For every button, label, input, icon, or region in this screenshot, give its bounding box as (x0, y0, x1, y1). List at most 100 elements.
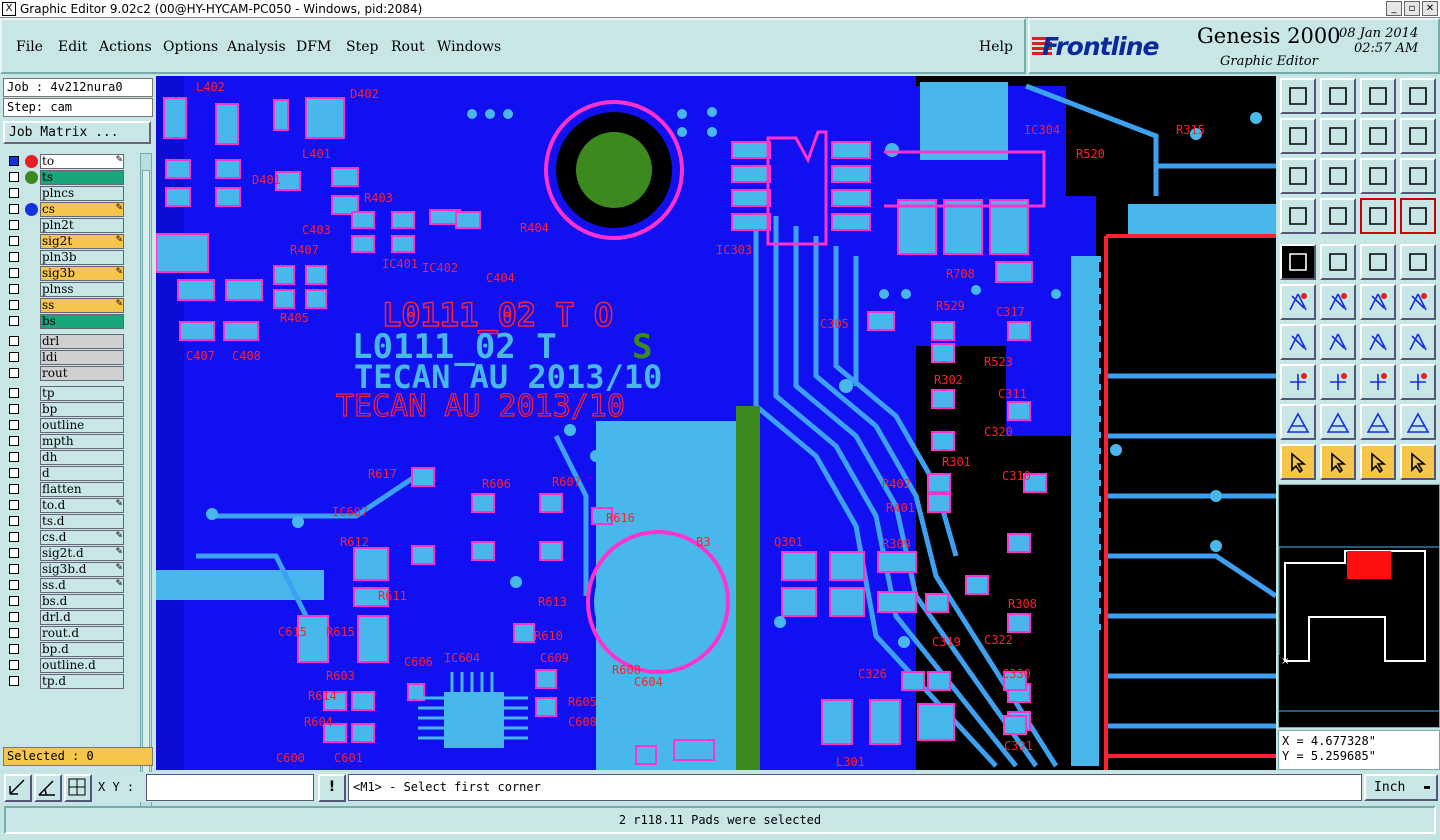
layer-row[interactable]: flatten (4, 482, 126, 497)
layer-name[interactable]: rout.d (40, 626, 124, 641)
layer-a-button[interactable] (1360, 198, 1396, 234)
snap-diagonal-button[interactable] (4, 774, 32, 802)
layer-row[interactable]: bs (4, 314, 126, 329)
layer-row[interactable]: pln3b (4, 250, 126, 265)
layer-name[interactable]: d (40, 466, 124, 481)
layer-name[interactable]: to.d (40, 498, 124, 513)
menu-actions[interactable]: Actions (99, 39, 152, 55)
line-angle-button[interactable] (1280, 324, 1316, 360)
layer-row[interactable]: plncs (4, 186, 126, 201)
line-button[interactable] (1320, 324, 1356, 360)
maximize-button[interactable]: ▫ (1404, 1, 1420, 16)
layer-name[interactable]: pln2t (40, 218, 124, 233)
text-fit-button[interactable] (1400, 324, 1436, 360)
zoom-in-button[interactable] (1320, 78, 1356, 114)
grid-button[interactable] (1320, 198, 1356, 234)
layer-row[interactable]: sig3b.d ✎ (4, 562, 126, 577)
layer-checkbox[interactable] (9, 676, 19, 686)
minimize-button[interactable]: _ (1386, 1, 1402, 16)
snap-angle-button[interactable] (34, 774, 62, 802)
info-button[interactable]: ! (318, 774, 346, 802)
layer-name[interactable]: sig2t (40, 234, 124, 249)
scrollbar-thumb[interactable] (142, 170, 150, 800)
pan-right-button[interactable] (1320, 118, 1356, 154)
layer-name[interactable]: sig3b (40, 266, 124, 281)
layer-checkbox[interactable] (9, 252, 19, 262)
job-matrix-button[interactable]: Job Matrix ... (3, 121, 151, 144)
layer-row[interactable]: to.d ✎ (4, 498, 126, 513)
layer-row[interactable]: dh (4, 450, 126, 465)
layer-name[interactable]: sig3b.d (40, 562, 124, 577)
layer-row[interactable]: tp.d (4, 674, 126, 689)
connect-button[interactable] (1280, 284, 1316, 320)
menu-edit[interactable]: Edit (58, 39, 87, 55)
menu-options[interactable]: Options (163, 39, 218, 55)
select-net-button[interactable] (1400, 444, 1436, 480)
layer-name[interactable]: ts (40, 170, 124, 185)
layer-row[interactable]: outline.d (4, 658, 126, 673)
layer-row[interactable]: rout (4, 366, 126, 381)
layer-row[interactable]: outline (4, 418, 126, 433)
polygon-c-button[interactable] (1360, 404, 1396, 440)
layer-row[interactable]: sig2t.d ✎ (4, 546, 126, 561)
layer-checkbox[interactable] (9, 204, 19, 214)
layer-name[interactable]: outline (40, 418, 124, 433)
layer-name[interactable]: tp.d (40, 674, 124, 689)
layer-checkbox[interactable] (9, 404, 19, 414)
split-line-button[interactable] (1320, 364, 1356, 400)
layer-checkbox[interactable] (9, 660, 19, 670)
layer-row[interactable]: to ✎ (4, 154, 126, 169)
units-dropdown[interactable]: Inch ▬ (1364, 774, 1438, 801)
layer-row[interactable]: mpth (4, 434, 126, 449)
layer-color-icon[interactable] (25, 171, 38, 184)
menu-analysis[interactable]: Analysis (227, 39, 286, 55)
layer-checkbox[interactable] (9, 452, 19, 462)
layer-name[interactable]: cs (40, 202, 124, 217)
polygon-d-button[interactable] (1400, 404, 1436, 440)
layer-checkbox[interactable] (9, 220, 19, 230)
fill-mode-button[interactable] (1280, 244, 1316, 280)
layer-checkbox[interactable] (9, 548, 19, 558)
outline-mode-button[interactable] (1320, 244, 1356, 280)
layer-name[interactable]: bp.d (40, 642, 124, 657)
layer-checkbox[interactable] (9, 268, 19, 278)
layer-checkbox[interactable] (9, 436, 19, 446)
layer-checkbox[interactable] (9, 532, 19, 542)
layer-name[interactable]: to (40, 154, 124, 169)
layer-name[interactable]: flatten (40, 482, 124, 497)
select-box-button[interactable] (1320, 444, 1356, 480)
layer-color-icon[interactable] (25, 155, 38, 168)
layer-checkbox[interactable] (9, 516, 19, 526)
zoom-window-button[interactable] (1400, 78, 1436, 114)
layer-checkbox[interactable] (9, 236, 19, 246)
menu-windows[interactable]: Windows (437, 39, 501, 55)
snap-options-button[interactable] (1280, 198, 1316, 234)
layer-name[interactable]: drl.d (40, 610, 124, 625)
layer-row[interactable]: tp (4, 386, 126, 401)
select-poly-button[interactable] (1360, 444, 1396, 480)
help-query-button[interactable] (1400, 158, 1436, 194)
layer-name[interactable]: rout (40, 366, 124, 381)
layer-row[interactable]: plnss (4, 282, 126, 297)
layer-row[interactable]: drl.d (4, 610, 126, 625)
layer-checkbox[interactable] (9, 172, 19, 182)
layer-name[interactable]: sig2t.d (40, 546, 124, 561)
layer-row[interactable]: ts.d (4, 514, 126, 529)
arc-button[interactable] (1360, 324, 1396, 360)
layer-name[interactable]: ldi (40, 350, 124, 365)
close-button[interactable]: ✕ (1422, 1, 1438, 16)
polygon-a-button[interactable] (1280, 404, 1316, 440)
layer-checkbox[interactable] (9, 156, 19, 166)
pan-left-button[interactable] (1280, 118, 1316, 154)
layer-row[interactable]: ss ✎ (4, 298, 126, 313)
menu-file[interactable]: File (16, 39, 43, 55)
layer-b-button[interactable] (1400, 198, 1436, 234)
layer-name[interactable]: ss (40, 298, 124, 313)
layer-row[interactable]: sig2t ✎ (4, 234, 126, 249)
layer-row[interactable]: bp.d (4, 642, 126, 657)
layer-checkbox[interactable] (9, 368, 19, 378)
polygon-b-button[interactable] (1320, 404, 1356, 440)
layer-row[interactable]: drl (4, 334, 126, 349)
layer-name[interactable]: ss.d (40, 578, 124, 593)
layer-name[interactable]: drl (40, 334, 124, 349)
